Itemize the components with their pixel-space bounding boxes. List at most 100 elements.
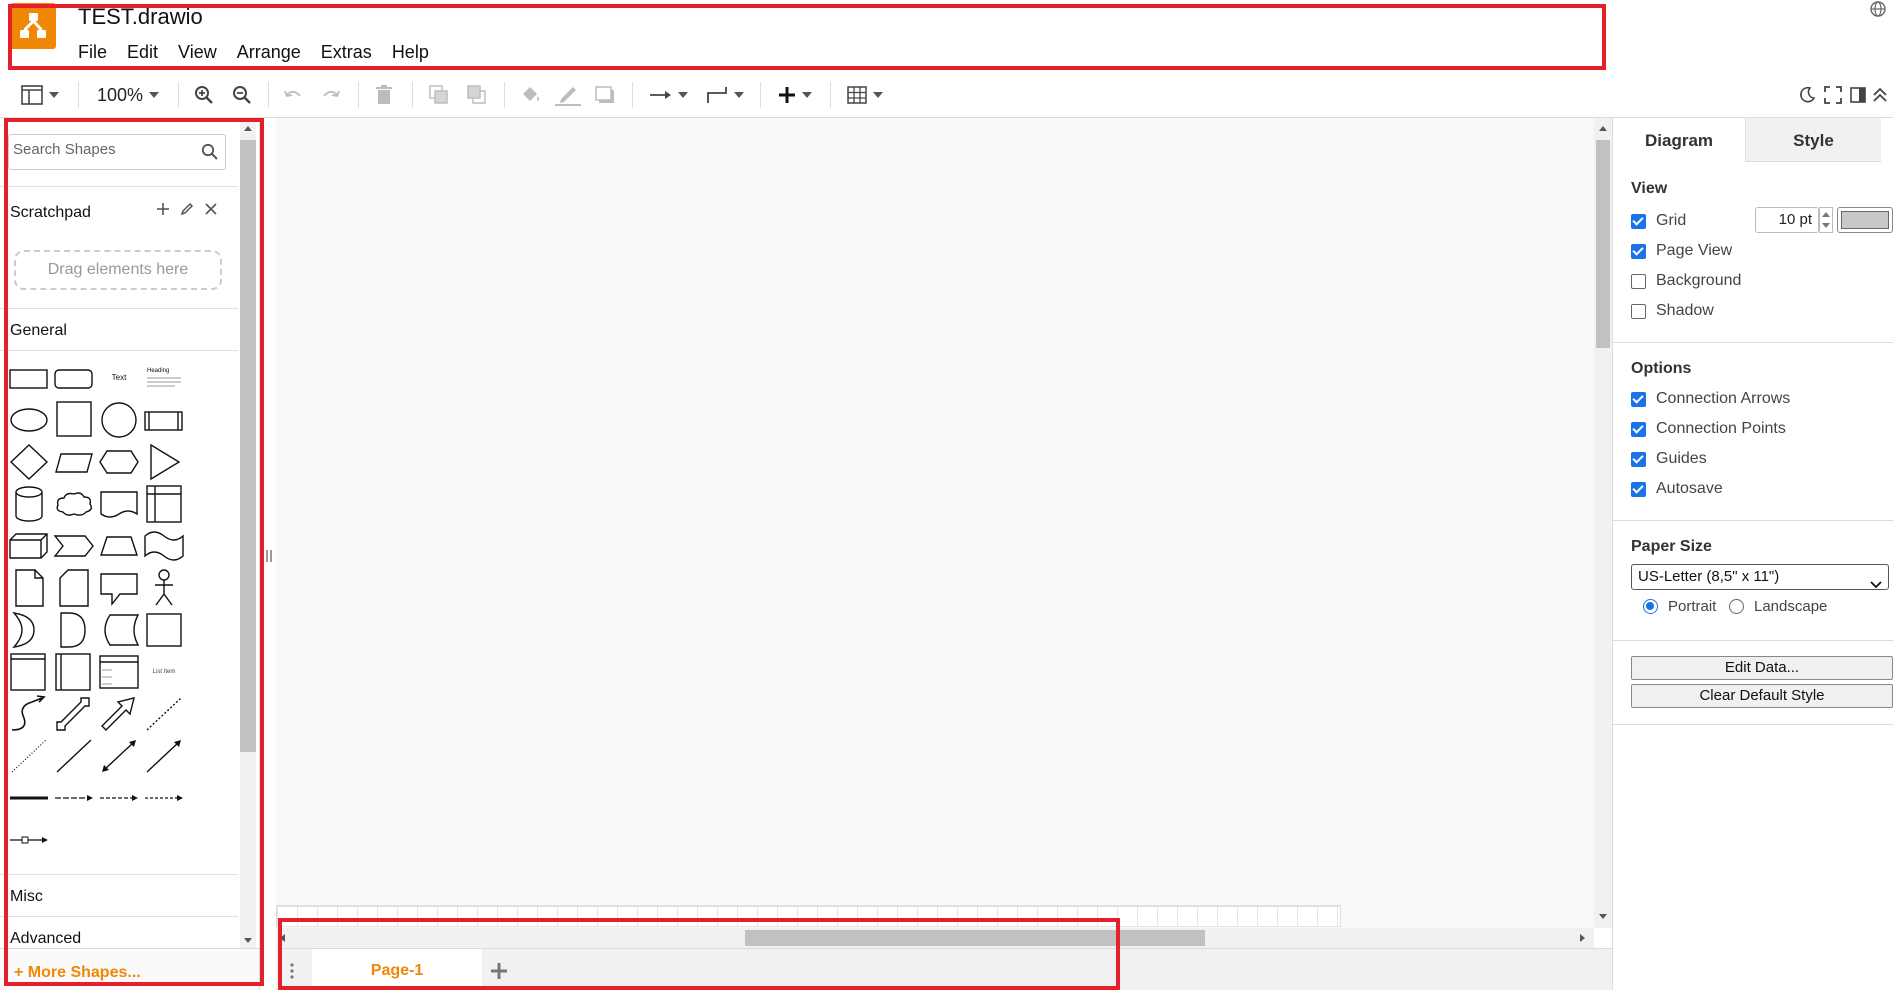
more-shapes-link[interactable]: + More Shapes...: [14, 964, 141, 982]
table-icon[interactable]: [842, 80, 888, 110]
canvas-scroll-down-icon[interactable]: [1599, 914, 1607, 919]
shadow-checkbox[interactable]: Shadow: [1631, 302, 1714, 320]
grid-size-input[interactable]: 10 pt: [1755, 207, 1819, 233]
landscape-radio[interactable]: Landscape: [1729, 598, 1827, 615]
undo-icon[interactable]: [280, 80, 306, 110]
autosave-checkbox-box[interactable]: [1631, 481, 1646, 497]
shape-cylinder[interactable]: [8, 484, 50, 524]
format-panel-toggle-icon[interactable]: [1848, 80, 1868, 110]
background-checkbox-box[interactable]: [1631, 273, 1646, 289]
shape-actor[interactable]: [143, 568, 185, 608]
connection-arrows-checkbox-box[interactable]: [1631, 391, 1646, 407]
shape-parallelogram[interactable]: [53, 442, 95, 482]
shape-square[interactable]: [53, 400, 95, 440]
to-front-icon[interactable]: [426, 80, 452, 110]
shape-or[interactable]: [8, 610, 50, 650]
shape-arrow[interactable]: [98, 694, 140, 734]
diagram-canvas[interactable]: [276, 118, 1594, 928]
zoom-dropdown[interactable]: 100%: [92, 80, 164, 110]
line-color-icon[interactable]: [554, 80, 582, 110]
shape-container[interactable]: [143, 610, 185, 650]
connection-arrows-checkbox[interactable]: Connection Arrows: [1631, 390, 1790, 408]
portrait-radio[interactable]: Portrait: [1643, 598, 1716, 615]
shape-dashed-line[interactable]: [143, 694, 185, 734]
menu-file[interactable]: File: [68, 40, 117, 65]
shape-vertical-container[interactable]: [8, 652, 50, 692]
shape-link[interactable]: [8, 778, 50, 818]
grid-color-swatch[interactable]: [1837, 207, 1893, 233]
shape-card[interactable]: [53, 568, 95, 608]
document-title[interactable]: TEST.drawio: [78, 4, 203, 30]
search-shapes-input[interactable]: [13, 141, 193, 158]
tab-diagram[interactable]: Diagram: [1613, 118, 1745, 162]
shape-connector-three-labels[interactable]: [143, 778, 185, 818]
sidebar-splitter[interactable]: [266, 550, 272, 562]
shape-internal-storage[interactable]: [143, 484, 185, 524]
shape-directional-connector[interactable]: [143, 736, 185, 776]
shape-circle[interactable]: [98, 400, 140, 440]
advanced-section-title[interactable]: Advanced: [10, 930, 81, 948]
shape-connector-label[interactable]: [53, 778, 95, 818]
shape-textbox[interactable]: Heading: [143, 358, 185, 398]
page-view-checkbox-box[interactable]: [1631, 243, 1646, 259]
grid-checkbox[interactable]: Grid: [1631, 212, 1686, 230]
shape-connector-two-labels[interactable]: [98, 778, 140, 818]
fill-color-icon[interactable]: [518, 80, 544, 110]
shape-dotted-line[interactable]: [8, 736, 50, 776]
view-panels-button[interactable]: [18, 80, 62, 110]
scratchpad-drop-zone[interactable]: Drag elements here: [14, 250, 222, 290]
clear-default-style-button[interactable]: Clear Default Style: [1631, 684, 1893, 708]
shape-horizontal-container[interactable]: [53, 652, 95, 692]
dark-mode-icon[interactable]: [1796, 80, 1818, 110]
canvas-scroll-right-icon[interactable]: [1580, 934, 1585, 942]
shape-bidirectional-arrow[interactable]: [53, 694, 95, 734]
shape-text[interactable]: Text: [98, 358, 140, 398]
general-section-title[interactable]: General: [10, 322, 67, 340]
shape-tape[interactable]: [143, 526, 185, 566]
edit-pencil-icon[interactable]: [180, 202, 194, 221]
sidebar-scroll-up-icon[interactable]: [244, 126, 252, 131]
delete-icon[interactable]: [372, 80, 396, 110]
connection-points-checkbox-box[interactable]: [1631, 421, 1646, 437]
add-page-icon[interactable]: [490, 955, 508, 987]
menu-help[interactable]: Help: [382, 40, 439, 65]
tab-style[interactable]: Style: [1745, 118, 1881, 162]
shape-rectangle[interactable]: [8, 358, 50, 398]
shape-and[interactable]: [53, 610, 95, 650]
zoom-in-icon[interactable]: [192, 80, 216, 110]
shape-trapezoid[interactable]: [98, 526, 140, 566]
shape-callout[interactable]: [98, 568, 140, 608]
fullscreen-icon[interactable]: [1822, 80, 1844, 110]
sidebar-scrollbar-thumb[interactable]: [240, 140, 256, 752]
grid-size-stepper[interactable]: [1819, 207, 1833, 233]
connection-points-checkbox[interactable]: Connection Points: [1631, 420, 1786, 438]
grid-checkbox-box[interactable]: [1631, 213, 1646, 229]
to-back-icon[interactable]: [464, 80, 490, 110]
sidebar-scroll-down-icon[interactable]: [244, 938, 252, 943]
shape-cloud[interactable]: [53, 484, 95, 524]
shape-step[interactable]: [53, 526, 95, 566]
shape-diamond[interactable]: [8, 442, 50, 482]
drawio-logo-icon[interactable]: [10, 3, 56, 49]
waypoints-dropdown[interactable]: [702, 80, 748, 110]
shape-connector-symbol[interactable]: [8, 820, 50, 860]
menu-view[interactable]: View: [168, 40, 227, 65]
add-icon[interactable]: [156, 202, 170, 221]
paper-size-select[interactable]: US-Letter (8,5" x 11"): [1631, 564, 1889, 590]
background-checkbox[interactable]: Background: [1631, 272, 1741, 290]
shape-data-storage[interactable]: [98, 610, 140, 650]
insert-plus-icon[interactable]: [772, 80, 818, 110]
search-icon[interactable]: [201, 143, 219, 166]
zoom-out-icon[interactable]: [230, 80, 254, 110]
shape-note[interactable]: [8, 568, 50, 608]
shape-hexagon[interactable]: [98, 442, 140, 482]
shape-rounded-rectangle[interactable]: [53, 358, 95, 398]
menu-edit[interactable]: Edit: [117, 40, 168, 65]
autosave-checkbox[interactable]: Autosave: [1631, 480, 1723, 498]
shape-bidirectional-connector[interactable]: [98, 736, 140, 776]
language-globe-icon[interactable]: [1869, 0, 1887, 23]
shape-curve[interactable]: [8, 694, 50, 734]
shape-cube[interactable]: [8, 526, 50, 566]
shape-triangle[interactable]: [143, 442, 185, 482]
shadow-checkbox-box[interactable]: [1631, 303, 1646, 319]
